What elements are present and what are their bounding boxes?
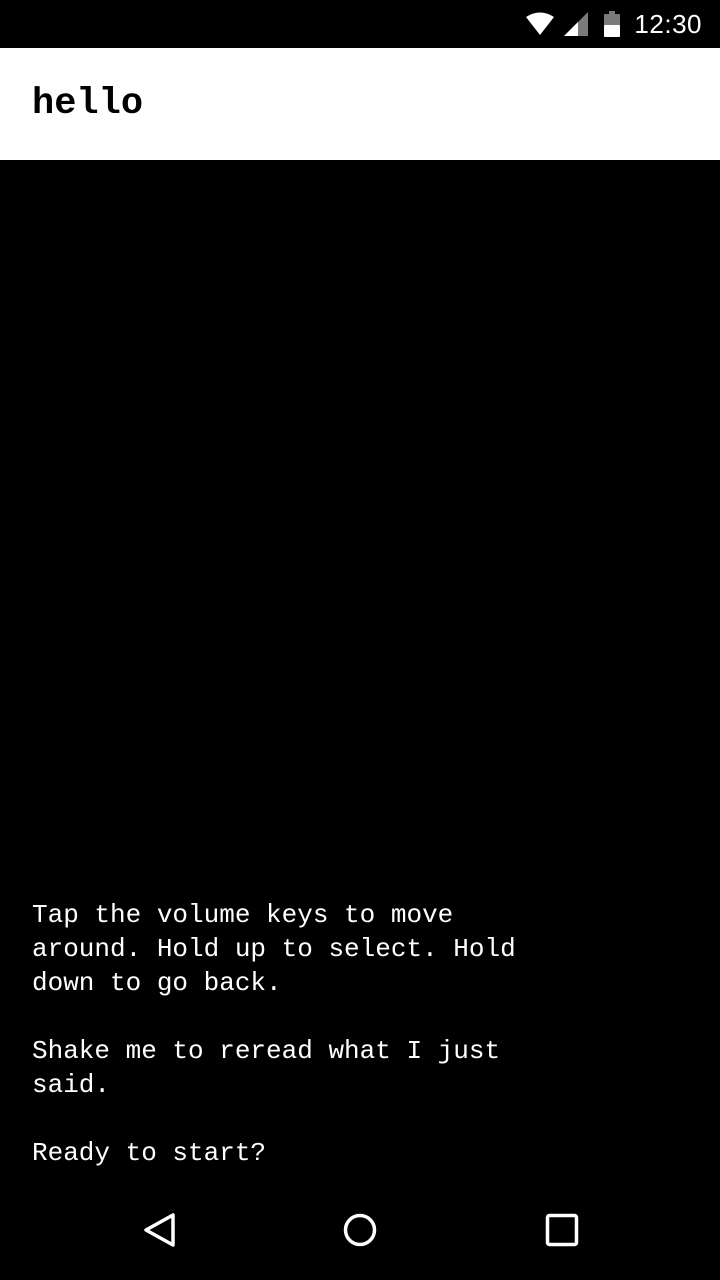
recents-button[interactable] — [502, 1184, 622, 1280]
status-clock: 12:30 — [634, 8, 702, 39]
battery-icon — [604, 11, 621, 37]
wifi-icon — [526, 12, 555, 36]
status-icons: 12:30 — [526, 0, 702, 48]
status-bar: 12:30 — [0, 0, 720, 48]
home-button[interactable] — [300, 1184, 420, 1280]
main-content[interactable]: Tap the volume keys to move around. Hold… — [0, 160, 720, 1192]
back-icon — [142, 1212, 178, 1253]
app-bar: hello — [0, 48, 720, 160]
home-icon — [342, 1212, 378, 1253]
cell-signal-icon — [564, 12, 589, 36]
instruction-text: Tap the volume keys to move around. Hold… — [32, 900, 516, 1168]
app-title: hello — [32, 83, 144, 125]
back-button[interactable] — [100, 1184, 220, 1280]
recents-icon — [544, 1212, 580, 1253]
screen: 12:30 hello Tap the volume keys to move … — [0, 0, 720, 1280]
navigation-bar — [0, 1184, 720, 1280]
